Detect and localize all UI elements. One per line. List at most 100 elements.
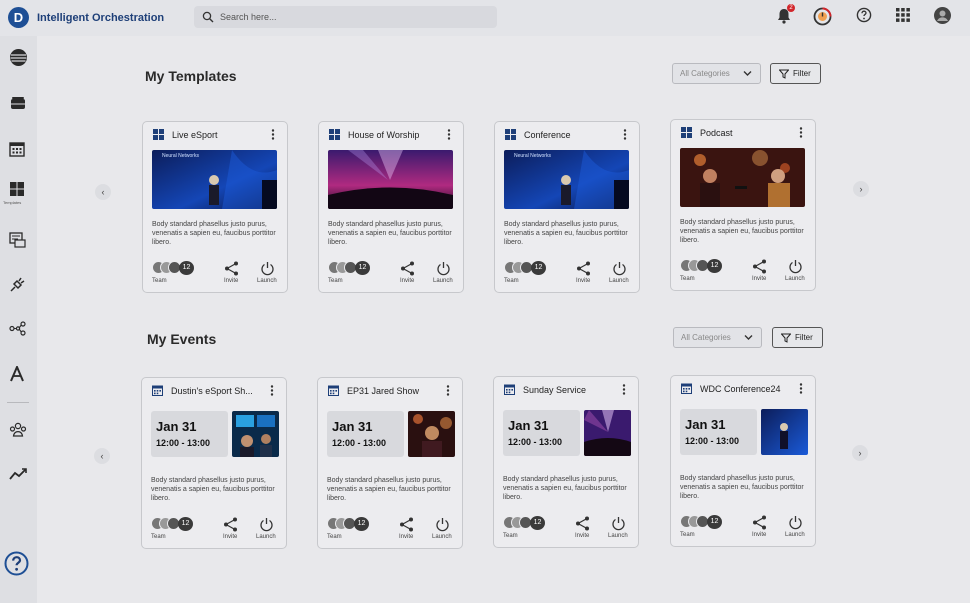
sidebar-item-playlist[interactable] bbox=[9, 232, 27, 250]
plug-icon bbox=[10, 277, 25, 292]
power-icon[interactable] bbox=[260, 261, 275, 276]
apps-grid-icon bbox=[896, 8, 910, 22]
events-filter-button[interactable]: Filter bbox=[772, 327, 823, 348]
sidebar-item-team[interactable] bbox=[9, 421, 27, 439]
search-input[interactable] bbox=[220, 12, 480, 22]
more-vertical-icon[interactable] bbox=[799, 383, 803, 394]
typography-icon bbox=[10, 364, 24, 382]
power-icon[interactable] bbox=[612, 261, 627, 276]
team-avatars[interactable]: 12 bbox=[152, 261, 196, 275]
templates-next-arrow[interactable]: › bbox=[853, 181, 869, 197]
power-icon[interactable] bbox=[436, 261, 451, 276]
team-avatars[interactable]: 12 bbox=[503, 516, 547, 530]
sidebar-item-typography[interactable] bbox=[9, 364, 27, 384]
card-title: Conference bbox=[524, 129, 571, 140]
help-button[interactable] bbox=[856, 7, 874, 25]
sidebar-item-workflows[interactable] bbox=[9, 321, 27, 339]
sidebar-divider bbox=[7, 402, 29, 403]
event-card[interactable]: Sunday Service Jan 31 12:00 - 13:00 Body… bbox=[493, 376, 639, 548]
more-vertical-icon[interactable] bbox=[271, 129, 275, 140]
event-card[interactable]: WDC Conference24 Jan 31 12:00 - 13:00 Bo… bbox=[670, 375, 816, 547]
more-vertical-icon[interactable] bbox=[623, 129, 627, 140]
app-logo[interactable]: D bbox=[8, 7, 29, 28]
events-next-arrow[interactable]: › bbox=[852, 445, 868, 461]
team-label: Team bbox=[151, 534, 166, 540]
sidebar-help-button[interactable] bbox=[4, 551, 29, 576]
share-icon[interactable] bbox=[399, 517, 414, 532]
template-card[interactable]: Conference Neural Networks Body standard… bbox=[494, 121, 640, 293]
event-card[interactable]: Dustin's eSport Sh... Jan 31 12:00 - 13:… bbox=[141, 377, 287, 549]
apps-button[interactable] bbox=[895, 7, 913, 25]
notification-badge: 2 bbox=[787, 4, 795, 12]
share-icon[interactable] bbox=[224, 261, 239, 276]
invite-label: Invite bbox=[752, 276, 767, 282]
templates-category-select[interactable]: All Categories bbox=[672, 63, 761, 84]
calendar-icon bbox=[504, 384, 515, 395]
card-title: EP31 Jared Show bbox=[347, 385, 420, 396]
templates-icon bbox=[10, 182, 24, 196]
calendar-icon bbox=[152, 385, 163, 396]
team-avatars[interactable]: 12 bbox=[327, 517, 371, 531]
power-circle-icon bbox=[813, 7, 832, 26]
more-vertical-icon[interactable] bbox=[799, 127, 803, 138]
team-count: 12 bbox=[179, 261, 194, 275]
profile-button[interactable] bbox=[934, 7, 952, 25]
app-title: Intelligent Orchestration bbox=[37, 12, 165, 24]
team-avatars[interactable]: 12 bbox=[680, 515, 724, 529]
share-icon[interactable] bbox=[752, 515, 767, 530]
event-date: Jan 31 bbox=[508, 418, 549, 433]
events-category-select[interactable]: All Categories bbox=[673, 327, 762, 348]
card-thumbnail: Neural Networks bbox=[152, 150, 277, 209]
event-date: Jan 31 bbox=[685, 417, 726, 432]
more-vertical-icon[interactable] bbox=[446, 385, 450, 396]
invite-label: Invite bbox=[575, 533, 590, 539]
more-vertical-icon[interactable] bbox=[622, 384, 626, 395]
share-icon[interactable] bbox=[575, 516, 590, 531]
power-icon[interactable] bbox=[788, 259, 803, 274]
sidebar: Templates bbox=[0, 36, 37, 603]
templates-filter-button[interactable]: Filter bbox=[770, 63, 821, 84]
share-icon[interactable] bbox=[752, 259, 767, 274]
filter-label: Filter bbox=[793, 69, 811, 78]
power-icon[interactable] bbox=[788, 515, 803, 530]
event-time: 12:00 - 13:00 bbox=[508, 437, 563, 447]
template-icon bbox=[153, 129, 164, 140]
filter-label: Filter bbox=[795, 333, 813, 342]
templates-prev-arrow[interactable]: ‹ bbox=[95, 184, 111, 200]
team-avatars[interactable]: 12 bbox=[504, 261, 548, 275]
sidebar-item-calendar[interactable] bbox=[9, 141, 27, 159]
card-thumbnail bbox=[328, 150, 453, 209]
sidebar-item-layers[interactable] bbox=[9, 48, 27, 66]
team-avatars[interactable]: 12 bbox=[151, 517, 195, 531]
more-vertical-icon[interactable] bbox=[270, 385, 274, 396]
share-icon[interactable] bbox=[400, 261, 415, 276]
sidebar-item-templates[interactable] bbox=[9, 181, 27, 199]
card-description: Body standard phasellus justo purus, ven… bbox=[680, 475, 804, 500]
card-description: Body standard phasellus justo purus, ven… bbox=[328, 221, 452, 246]
power-icon[interactable] bbox=[611, 516, 626, 531]
power-icon[interactable] bbox=[259, 517, 274, 532]
team-avatars[interactable]: 12 bbox=[680, 259, 724, 273]
launch-label: Launch bbox=[608, 533, 628, 539]
templates-section-title: My Templates bbox=[145, 68, 237, 84]
event-thumbnail bbox=[408, 411, 455, 457]
live-status-button[interactable] bbox=[813, 7, 832, 26]
power-icon[interactable] bbox=[435, 517, 450, 532]
category-select-value: All Categories bbox=[681, 333, 731, 342]
main-content: My Templates All Categories Filter ‹ › L… bbox=[37, 36, 970, 603]
template-card[interactable]: House of Worship Body standard phasellus… bbox=[318, 121, 464, 293]
template-card[interactable]: Live eSport Neural Networks Body standar… bbox=[142, 121, 288, 293]
sidebar-item-analytics[interactable] bbox=[9, 467, 27, 485]
team-avatars[interactable]: 12 bbox=[328, 261, 372, 275]
share-icon[interactable] bbox=[576, 261, 591, 276]
search-bar[interactable] bbox=[194, 6, 497, 28]
notifications-button[interactable]: 2 bbox=[775, 4, 795, 25]
sidebar-item-archive[interactable] bbox=[9, 96, 27, 114]
template-card[interactable]: Podcast Body standard phasellus justo pu… bbox=[670, 119, 816, 291]
event-card[interactable]: EP31 Jared Show Jan 31 12:00 - 13:00 Bod… bbox=[317, 377, 463, 549]
playlist-icon bbox=[9, 232, 26, 248]
share-icon[interactable] bbox=[223, 517, 238, 532]
more-vertical-icon[interactable] bbox=[447, 129, 451, 140]
events-prev-arrow[interactable]: ‹ bbox=[94, 448, 110, 464]
sidebar-item-integrations[interactable] bbox=[9, 276, 27, 294]
